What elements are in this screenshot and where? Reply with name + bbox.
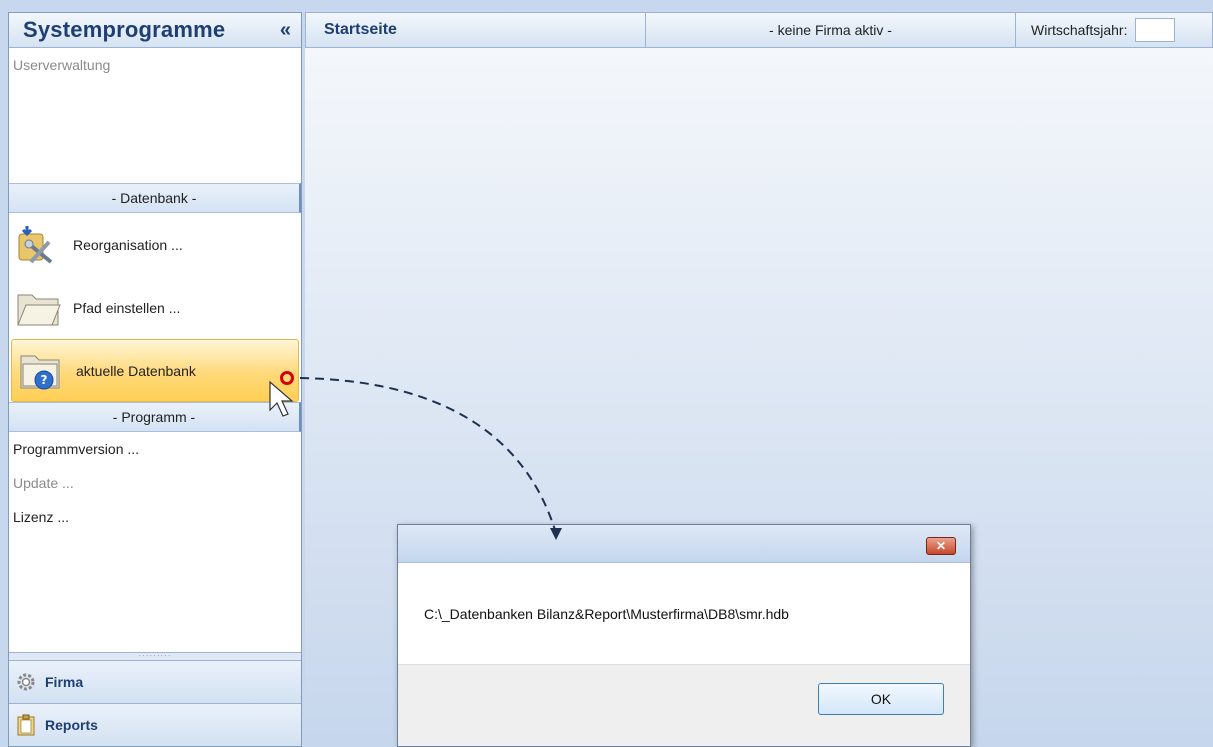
group-header-programm: - Programm - <box>9 402 301 432</box>
nav-button-label: Reports <box>45 717 98 733</box>
gear-icon <box>15 671 37 693</box>
close-button[interactable]: ✕ <box>926 537 956 555</box>
sidebar-item-aktuelle-datenbank[interactable]: ? aktuelle Datenbank <box>11 339 299 402</box>
database-path-dialog: ✕ C:\_Datenbanken Bilanz&Report\Musterfi… <box>397 524 971 747</box>
ok-button[interactable]: OK <box>818 683 944 715</box>
fiscal-year-input[interactable] <box>1135 18 1176 42</box>
nav-button-reports[interactable]: Reports <box>9 703 301 746</box>
folder-icon <box>15 287 61 329</box>
sidebar-title: Systemprogramme <box>23 17 226 42</box>
sidebar-item-label: aktuelle Datenbank <box>76 362 196 379</box>
reorganisation-icon <box>15 224 61 266</box>
dialog-message-area: C:\_Datenbanken Bilanz&Report\Musterfirm… <box>398 563 970 664</box>
collapse-sidebar-button[interactable]: « <box>280 19 291 42</box>
sidebar-item-lizenz[interactable]: Lizenz ... <box>9 500 301 534</box>
splitter-grip[interactable]: ········· <box>9 652 301 660</box>
sidebar-header: Systemprogramme « <box>9 13 301 48</box>
svg-text:?: ? <box>41 373 48 387</box>
sidebar-item-userverwaltung[interactable]: Userverwaltung <box>9 48 301 82</box>
sidebar-item-label: Reorganisation ... <box>73 236 183 253</box>
nav-button-firma[interactable]: Firma <box>9 660 301 703</box>
fiscal-year-label: Wirtschaftsjahr: <box>1031 22 1128 38</box>
clipboard-icon <box>15 714 37 736</box>
dialog-footer: OK <box>398 664 970 746</box>
app-window: Systemprogramme « Userverwaltung - Daten… <box>0 0 1213 747</box>
sidebar-item-pfad-einstellen[interactable]: Pfad einstellen ... <box>9 276 301 339</box>
database-info-icon: ? <box>18 350 64 392</box>
sidebar-item-label: Pfad einstellen ... <box>73 299 181 316</box>
sidebar-item-programmversion[interactable]: Programmversion ... <box>9 432 301 466</box>
dialog-titlebar[interactable]: ✕ <box>398 525 970 563</box>
group-header-datenbank: - Datenbank - <box>9 183 301 213</box>
top-bar: Startseite - keine Firma aktiv - Wirtsch… <box>305 12 1213 48</box>
sidebar: Systemprogramme « Userverwaltung - Daten… <box>8 12 302 747</box>
sidebar-item-reorganisation[interactable]: Reorganisation ... <box>9 213 301 276</box>
active-company-status: - keine Firma aktiv - <box>646 13 1016 47</box>
page-title: Startseite <box>306 13 646 47</box>
fiscal-year-section: Wirtschaftsjahr: <box>1016 13 1212 47</box>
dialog-message: C:\_Datenbanken Bilanz&Report\Musterfirm… <box>424 605 789 622</box>
nav-button-label: Firma <box>45 674 84 690</box>
sidebar-item-update: Update ... <box>13 475 74 491</box>
